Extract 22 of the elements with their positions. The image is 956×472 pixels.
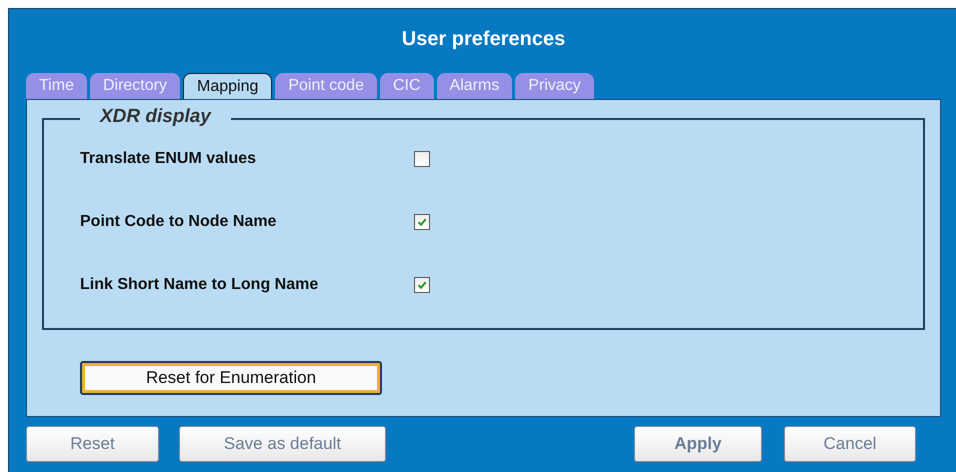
footer-button[interactable]: Cancel [784,426,916,462]
option-label: Link Short Name to Long Name [80,276,320,294]
option-label: Point Code to Node Name [80,213,278,231]
footer-button[interactable]: Reset [26,426,159,462]
tab[interactable]: Mapping [182,73,272,99]
footer-button[interactable]: Save as default [179,426,386,462]
tab[interactable]: Directory [90,73,180,99]
window-title: User preferences [402,27,566,52]
reset-enumeration-button[interactable]: Reset for Enumeration [80,361,382,395]
tab[interactable]: Point code [275,73,377,99]
group-legend: XDR display [80,106,231,128]
tab[interactable]: Time [26,73,87,99]
option-label: Translate ENUM values [80,150,258,168]
checkbox[interactable] [414,214,430,230]
check-icon [417,280,427,290]
footer-button[interactable]: Apply [634,426,762,462]
tab[interactable]: CIC [380,73,434,99]
tab[interactable]: Privacy [515,73,594,99]
checkbox[interactable] [414,277,430,293]
checkbox[interactable] [414,151,430,167]
check-icon [417,217,427,227]
tab[interactable]: Alarms [436,73,512,99]
